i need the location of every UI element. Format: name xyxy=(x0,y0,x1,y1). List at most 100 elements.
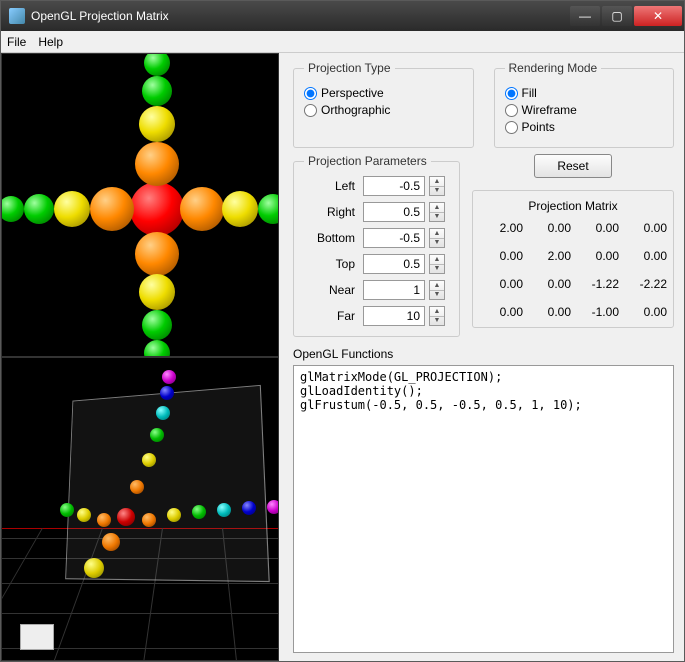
window-title: OpenGL Projection Matrix xyxy=(31,9,570,23)
menu-file[interactable]: File xyxy=(7,35,26,49)
chevron-down-icon: ▼ xyxy=(430,317,444,326)
radio-orthographic[interactable] xyxy=(304,104,317,117)
top-input[interactable] xyxy=(363,254,425,274)
titlebar: OpenGL Projection Matrix — ▢ ✕ xyxy=(1,1,684,31)
radio-fill-label: Fill xyxy=(522,86,537,100)
close-button[interactable]: ✕ xyxy=(634,6,682,26)
app-window: OpenGL Projection Matrix — ▢ ✕ File Help xyxy=(0,0,685,662)
chevron-down-icon: ▼ xyxy=(430,265,444,274)
projection-params-group: Projection Parameters Left ▲▼ Right ▲▼ B… xyxy=(293,154,460,337)
chevron-down-icon: ▼ xyxy=(430,291,444,300)
mini-sphere xyxy=(267,500,279,514)
far-spinner[interactable]: ▲▼ xyxy=(429,306,445,326)
matrix-cell: 0.00 xyxy=(479,277,523,291)
radio-wireframe[interactable] xyxy=(505,104,518,117)
right-input[interactable] xyxy=(363,202,425,222)
chevron-up-icon: ▲ xyxy=(430,255,444,265)
viewport-scene[interactable] xyxy=(1,357,279,661)
far-label: Far xyxy=(304,309,359,323)
sphere xyxy=(258,194,279,224)
radio-fill[interactable] xyxy=(505,87,518,100)
rendering-mode-group: Rendering Mode Fill Wireframe Points xyxy=(494,61,675,148)
near-label: Near xyxy=(304,283,359,297)
projection-matrix-box: Projection Matrix 2.00 0.00 0.00 0.00 0.… xyxy=(472,190,674,328)
sphere xyxy=(142,76,172,106)
chevron-up-icon: ▲ xyxy=(430,177,444,187)
matrix-cell: 2.00 xyxy=(479,221,523,235)
radio-points-label: Points xyxy=(522,120,555,134)
app-icon xyxy=(9,8,25,24)
near-spinner[interactable]: ▲▼ xyxy=(429,280,445,300)
content-area: Projection Type Perspective Orthographic… xyxy=(1,53,684,661)
radio-perspective-label: Perspective xyxy=(321,86,384,100)
matrix-grid: 2.00 0.00 0.00 0.00 0.00 2.00 0.00 0.00 … xyxy=(479,221,667,319)
menubar: File Help xyxy=(1,31,684,53)
sphere xyxy=(1,196,24,222)
sphere xyxy=(142,310,172,340)
left-spinner[interactable]: ▲▼ xyxy=(429,176,445,196)
reset-button[interactable]: Reset xyxy=(534,154,612,178)
bottom-input[interactable] xyxy=(363,228,425,248)
mini-sphere xyxy=(156,406,170,420)
right-spinner[interactable]: ▲▼ xyxy=(429,202,445,222)
camera-icon xyxy=(20,624,54,650)
mini-sphere xyxy=(130,480,144,494)
top-spinner[interactable]: ▲▼ xyxy=(429,254,445,274)
matrix-cell: 0.00 xyxy=(479,305,523,319)
minimize-button[interactable]: — xyxy=(570,6,600,26)
radio-perspective[interactable] xyxy=(304,87,317,100)
mini-sphere xyxy=(97,513,111,527)
mini-sphere xyxy=(160,386,174,400)
matrix-cell: 0.00 xyxy=(575,221,619,235)
viewport-perspective[interactable] xyxy=(1,53,279,357)
chevron-down-icon: ▼ xyxy=(430,187,444,196)
functions-label: OpenGL Functions xyxy=(293,347,674,361)
top-label: Top xyxy=(304,257,359,271)
mini-sphere xyxy=(242,501,256,515)
matrix-cell: 0.00 xyxy=(479,249,523,263)
rendering-mode-legend: Rendering Mode xyxy=(505,61,602,75)
mini-sphere xyxy=(162,370,176,384)
radio-orthographic-label: Orthographic xyxy=(321,103,390,117)
mini-sphere xyxy=(150,428,164,442)
matrix-cell: 2.00 xyxy=(527,249,571,263)
window-controls: — ▢ ✕ xyxy=(570,6,682,26)
chevron-up-icon: ▲ xyxy=(430,203,444,213)
mini-sphere xyxy=(77,508,91,522)
matrix-cell: 0.00 xyxy=(623,305,667,319)
matrix-cell: -1.00 xyxy=(575,305,619,319)
far-input[interactable] xyxy=(363,306,425,326)
mini-sphere xyxy=(217,503,231,517)
sphere xyxy=(135,232,179,276)
mini-sphere xyxy=(117,508,135,526)
left-input[interactable] xyxy=(363,176,425,196)
sphere xyxy=(90,187,134,231)
mini-sphere xyxy=(192,505,206,519)
maximize-button[interactable]: ▢ xyxy=(602,6,632,26)
sphere xyxy=(222,191,258,227)
menu-help[interactable]: Help xyxy=(38,35,63,49)
matrix-cell: 0.00 xyxy=(527,277,571,291)
mini-sphere xyxy=(84,558,104,578)
functions-code[interactable]: glMatrixMode(GL_PROJECTION); glLoadIdent… xyxy=(293,365,674,653)
matrix-title: Projection Matrix xyxy=(479,199,667,213)
matrix-cell: 0.00 xyxy=(527,221,571,235)
radio-wireframe-label: Wireframe xyxy=(522,103,577,117)
sphere xyxy=(144,340,170,357)
sphere xyxy=(139,106,175,142)
bottom-label: Bottom xyxy=(304,231,359,245)
near-input[interactable] xyxy=(363,280,425,300)
opengl-functions-section: OpenGL Functions glMatrixMode(GL_PROJECT… xyxy=(293,347,674,653)
viewport-column xyxy=(1,53,279,661)
bottom-spinner[interactable]: ▲▼ xyxy=(429,228,445,248)
sphere xyxy=(144,53,170,76)
right-label: Right xyxy=(304,205,359,219)
sphere-center xyxy=(130,182,184,236)
matrix-cell: -1.22 xyxy=(575,277,619,291)
radio-points[interactable] xyxy=(505,121,518,134)
projection-type-legend: Projection Type xyxy=(304,61,395,75)
matrix-cell: 0.00 xyxy=(575,249,619,263)
chevron-down-icon: ▼ xyxy=(430,213,444,222)
sphere xyxy=(54,191,90,227)
mini-sphere xyxy=(142,453,156,467)
